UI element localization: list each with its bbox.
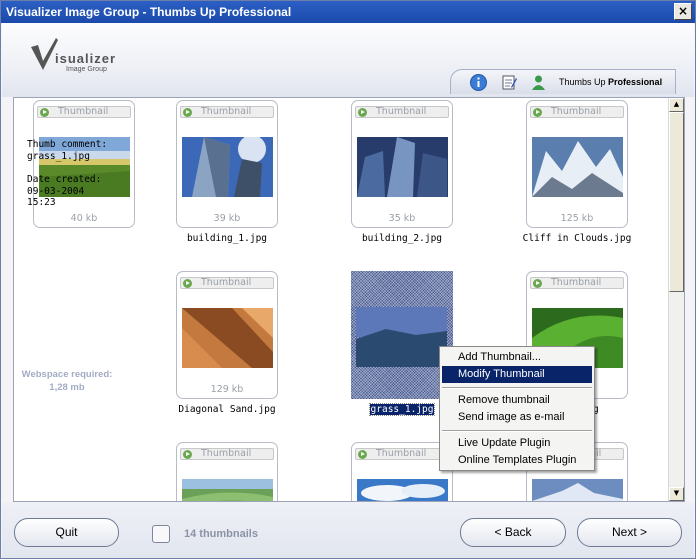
thumbnail-filename[interactable]: Diagonal Sand.jpg	[157, 404, 297, 415]
context-menu: Add Thumbnail... Modify Thumbnail Remove…	[439, 346, 595, 471]
thumbnail-image[interactable]	[182, 308, 273, 368]
thumbnail-header[interactable]: Thumbnail	[180, 277, 274, 289]
selected-info: Thumb comment: grass_1.jpg Date created:…	[27, 139, 127, 209]
product-label: Thumbs Up Professional	[559, 77, 663, 87]
menu-item-add-thumbnail[interactable]: Add Thumbnail...	[442, 349, 592, 366]
thumbnail-card[interactable]: Thumbnail	[176, 442, 278, 502]
play-icon	[533, 108, 542, 117]
logo: isualizer Image Group	[30, 37, 140, 83]
thumbnail-size: 125 kb	[560, 213, 594, 224]
scroll-up-button[interactable]: ▲	[669, 98, 684, 112]
title-bar[interactable]: Visualizer Image Group - Thumbs Up Profe…	[1, 1, 695, 23]
menu-separator	[442, 430, 592, 432]
thumbnail-header[interactable]: Thumbnail	[530, 277, 624, 289]
thumbnail-card[interactable]: Thumbnail 125 kb	[526, 100, 628, 228]
scroll-down-button[interactable]: ▼	[669, 487, 684, 501]
vertical-scrollbar[interactable]: ▲ ▼	[668, 98, 684, 501]
play-icon	[40, 108, 49, 117]
thumbnail-image[interactable]	[182, 137, 273, 197]
thumbnail-size: 39 kb	[213, 213, 241, 224]
user-icon[interactable]	[530, 74, 547, 91]
comment-label: Thumb comment:	[27, 139, 108, 150]
menu-item-remove-thumbnail[interactable]: Remove thumbnail	[442, 392, 592, 409]
play-icon	[183, 279, 192, 288]
thumbnail-card[interactable]: Thumbnail 35 kb	[351, 100, 453, 228]
thumbnail-header[interactable]: Thumbnail	[180, 106, 274, 118]
comment-value: grass_1.jpg	[27, 150, 90, 162]
thumbnail-size: 40 kb	[70, 213, 98, 224]
thumbnail-header[interactable]: Thumbnail	[530, 106, 624, 118]
notepad-icon[interactable]	[501, 74, 518, 91]
scroll-thumb[interactable]	[669, 112, 684, 292]
info-icon[interactable]	[470, 74, 487, 91]
time-value: 15:23	[27, 197, 56, 208]
webspace-info: Webspace required: 1,28 mb	[17, 368, 117, 394]
play-icon	[533, 279, 542, 288]
play-icon	[358, 108, 367, 117]
thumbnail-header[interactable]: Thumbnail	[355, 106, 449, 118]
menu-separator	[442, 387, 592, 389]
thumbnail-image[interactable]	[532, 137, 623, 197]
thumbnail-image[interactable]	[357, 137, 448, 197]
thumbnail-header[interactable]: Thumbnail	[180, 448, 274, 460]
date-label: Date created:	[27, 174, 102, 185]
grid-icon	[152, 525, 170, 543]
thumbnail-size: 35 kb	[388, 213, 416, 224]
thumbnail-header[interactable]: Thumbnail	[355, 448, 449, 460]
app-window: Visualizer Image Group - Thumbs Up Profe…	[0, 0, 696, 559]
thumbnail-image[interactable]	[356, 307, 447, 367]
thumbnail-image[interactable]	[532, 479, 623, 502]
next-button[interactable]: Next >	[577, 518, 682, 547]
thumbnail-image[interactable]	[357, 479, 448, 502]
date-value: 09-03-2004	[27, 185, 85, 197]
selected-thumbnail-card[interactable]	[351, 271, 453, 399]
close-button[interactable]: ×	[674, 3, 692, 20]
thumbnail-image[interactable]	[182, 479, 273, 502]
thumbnail-card[interactable]: Thumbnail 129 kb	[176, 271, 278, 399]
logo-name: isualizer	[55, 51, 117, 66]
play-icon	[183, 450, 192, 459]
thumbnail-size: 129 kb	[210, 384, 244, 395]
thumbnail-filename[interactable]: building_1.jpg	[157, 233, 297, 244]
thumbnail-count-text: 14 thumbnails	[184, 528, 258, 540]
thumbnail-filename[interactable]: Cliff in Clouds.jpg	[507, 233, 647, 244]
menu-item-online-templates[interactable]: Online Templates Plugin	[442, 452, 592, 469]
webspace-value: 1,28 mb	[49, 382, 85, 393]
thumbnail-card[interactable]: Thumbnail	[351, 442, 453, 502]
menu-item-live-update[interactable]: Live Update Plugin	[442, 435, 592, 452]
back-button[interactable]: < Back	[460, 518, 566, 547]
quit-button[interactable]: Quit	[14, 518, 119, 547]
product-tab-bar: Thumbs Up Professional	[450, 69, 676, 94]
footer: Quit 14 thumbnails < Back Next >	[2, 502, 694, 558]
play-icon	[358, 450, 367, 459]
menu-item-send-email[interactable]: Send image as e-mail	[442, 409, 592, 426]
webspace-label: Webspace required:	[21, 369, 113, 380]
window-title: Visualizer Image Group - Thumbs Up Profe…	[6, 5, 292, 19]
play-icon	[183, 108, 192, 117]
thumbnail-filename[interactable]: building_2.jpg	[332, 233, 472, 244]
thumbnail-header[interactable]: Thumbnail	[37, 106, 131, 118]
logo-sub: Image Group	[66, 66, 107, 73]
menu-item-modify-thumbnail[interactable]: Modify Thumbnail	[442, 366, 592, 383]
thumbnail-card[interactable]: Thumbnail 39 kb	[176, 100, 278, 228]
header: isualizer Image Group Thumbs Up Professi…	[2, 23, 694, 97]
